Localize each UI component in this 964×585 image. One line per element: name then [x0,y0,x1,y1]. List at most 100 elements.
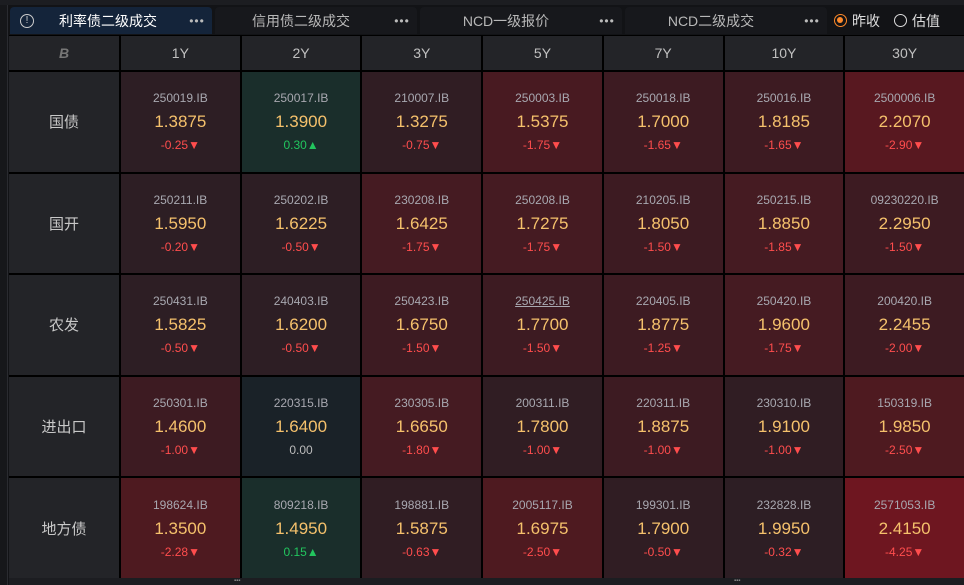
bond-code[interactable]: 250016.IB [757,91,812,105]
bond-cell[interactable]: 250017.IB 1.3900 0.30▲ [241,72,361,172]
column-header-5[interactable]: 10Y [724,36,844,70]
bond-code[interactable]: 250202.IB [274,193,329,207]
bond-code[interactable]: 198881.IB [394,498,449,512]
bond-cell[interactable]: 230208.IB 1.6425 -1.75▼ [362,173,482,274]
bond-code[interactable]: 250211.IB [153,193,207,207]
bond-cell[interactable]: 250211.IB 1.5950 -0.20▼ [121,173,240,274]
bond-code[interactable]: 250425.IB [515,294,570,308]
bond-cell[interactable]: 250208.IB 1.7275 -1.75▼ [483,173,602,274]
bond-cell[interactable]: 250016.IB 1.8185 -1.65▼ [724,72,844,172]
bond-code[interactable]: 250017.IB [274,91,329,105]
tab-0[interactable]: ! 利率债二级成交 ••• [10,7,212,34]
bond-cell[interactable]: 220311.IB 1.8875 -1.00▼ [603,376,723,477]
bond-code[interactable]: 220405.IB [636,294,691,308]
bond-cell[interactable]: 220405.IB 1.8775 -1.25▼ [603,275,723,375]
more-options-icon[interactable]: ••• [387,14,417,28]
bond-code[interactable]: 2571053.IB [874,498,935,512]
more-options-icon[interactable]: ••• [797,14,827,28]
radio-button-icon[interactable] [834,14,847,27]
tab-2[interactable]: NCD一级报价 ••• [420,7,622,34]
bond-cell[interactable]: 250003.IB 1.5375 -1.75▼ [483,72,602,172]
bond-cell[interactable]: 2005117.IB 1.6975 -2.50▼ [483,478,602,578]
radio-button-icon[interactable] [894,14,907,27]
column-header-4[interactable]: 7Y [603,36,723,70]
bond-code[interactable]: 250003.IB [515,91,570,105]
bond-code[interactable]: 230208.IB [394,193,449,207]
bond-code[interactable]: 230310.IB [757,396,812,410]
bond-cell[interactable]: 230310.IB 1.9100 -1.00▼ [724,376,844,477]
bond-code[interactable]: 250431.IB [153,294,208,308]
bond-code[interactable]: 199301.IB [636,498,691,512]
grip-icon[interactable]: ▪▪▪ [734,578,740,585]
bond-cell[interactable]: 230305.IB 1.6650 -1.80▼ [362,376,482,477]
bond-cell[interactable]: 200420.IB 2.2455 -2.00▼ [845,275,964,375]
bond-code[interactable]: 232828.IB [757,498,812,512]
column-header-6[interactable]: 30Y [845,36,964,70]
change-value: -1.00 [764,443,792,458]
bond-cell[interactable]: 232828.IB 1.9950 -0.32▼ [724,478,844,578]
bond-code[interactable]: 250018.IB [636,91,691,105]
tab-1[interactable]: 信用债二级成交 ••• [215,7,417,34]
bond-yield: 1.8775 [637,315,690,335]
bond-code[interactable]: 809218.IB [274,498,329,512]
bond-code[interactable]: 210007.IB [394,91,449,105]
bond-cell[interactable]: 240403.IB 1.6200 -0.50▼ [241,275,361,375]
bond-code[interactable]: 150319.IB [877,396,932,410]
left-resize-handle[interactable] [0,5,8,585]
bond-code[interactable]: 230305.IB [394,396,449,410]
bond-cell[interactable]: 250301.IB 1.4600 -1.00▼ [121,376,240,477]
column-header-2[interactable]: 3Y [362,36,482,70]
bond-code[interactable]: 200420.IB [877,294,932,308]
bond-cell[interactable]: 250202.IB 1.6225 -0.50▼ [241,173,361,274]
bond-cell[interactable]: 250215.IB 1.8850 -1.85▼ [724,173,844,274]
tab-3[interactable]: NCD二级成交 ••• [625,7,827,34]
radio-1[interactable]: 估值 [894,11,940,31]
bond-cell[interactable]: 250425.IB 1.7700 -1.50▼ [483,275,602,375]
bond-cell[interactable]: 2571053.IB 2.4150 -4.25▼ [845,478,964,578]
bond-cell[interactable]: 220315.IB 1.6400 0.00 [241,376,361,477]
column-header-1[interactable]: 2Y [241,36,361,70]
bond-cell[interactable]: 250431.IB 1.5825 -0.50▼ [121,275,240,375]
bond-code[interactable]: 200311.IB [516,396,570,410]
bond-cell[interactable]: 250420.IB 1.9600 -1.75▼ [724,275,844,375]
bond-code[interactable]: 250215.IB [757,193,812,207]
info-icon[interactable]: ! [20,13,34,28]
bond-cell[interactable]: 198624.IB 1.3500 -2.28▼ [121,478,240,578]
bond-code[interactable]: 250019.IB [153,91,208,105]
bond-code[interactable]: 220311.IB [636,396,690,410]
bond-cell[interactable]: 250018.IB 1.7000 -1.65▼ [603,72,723,172]
bond-code[interactable]: 198624.IB [153,498,208,512]
bond-cell[interactable]: 210007.IB 1.3275 -0.75▼ [362,72,482,172]
column-header-0[interactable]: 1Y [121,36,240,70]
bond-cell[interactable]: 09230220.IB 2.2950 -1.50▼ [845,173,964,274]
more-options-icon[interactable]: ••• [592,14,622,28]
yield-change: -1.75▼ [523,240,562,254]
bond-cell[interactable]: 210205.IB 1.8050 -1.50▼ [603,173,723,274]
grip-icon[interactable]: ▪▪▪ [234,578,240,585]
change-value: -0.63 [402,544,430,559]
bond-code[interactable]: 250423.IB [394,294,449,308]
bond-cell[interactable]: 2500006.IB 2.2070 -2.90▼ [845,72,964,172]
bond-code[interactable]: 09230220.IB [871,193,939,207]
bond-code[interactable]: 220315.IB [274,396,329,410]
bond-code[interactable]: 2500006.IB [874,91,935,105]
bond-yield: 1.5375 [516,112,569,132]
bond-cell[interactable]: 250019.IB 1.3875 -0.25▼ [121,72,240,172]
bond-code[interactable]: 250208.IB [515,193,570,207]
bond-cell[interactable]: 198881.IB 1.5875 -0.63▼ [362,478,482,578]
column-header-3[interactable]: 5Y [483,36,602,70]
bond-code[interactable]: 2005117.IB [512,498,573,512]
bond-code[interactable]: 210205.IB [636,193,691,207]
bond-code[interactable]: 250301.IB [153,396,208,410]
more-options-icon[interactable]: ••• [182,14,212,28]
bottom-resize-bar[interactable]: ▪▪▪ ▪▪▪ [9,578,964,585]
bond-code[interactable]: 250420.IB [757,294,812,308]
radio-0[interactable]: 昨收 [834,11,880,31]
bond-code[interactable]: 240403.IB [274,294,329,308]
bond-cell[interactable]: 200311.IB 1.7800 -1.00▼ [483,376,602,477]
bond-cell[interactable]: 199301.IB 1.7900 -0.50▼ [603,478,723,578]
bond-cell[interactable]: 809218.IB 1.4950 0.15▲ [241,478,361,578]
bond-cell[interactable]: 250423.IB 1.6750 -1.50▼ [362,275,482,375]
bond-cell[interactable]: 150319.IB 1.9850 -2.50▼ [845,376,964,477]
yield-change: -1.50▼ [402,341,441,355]
